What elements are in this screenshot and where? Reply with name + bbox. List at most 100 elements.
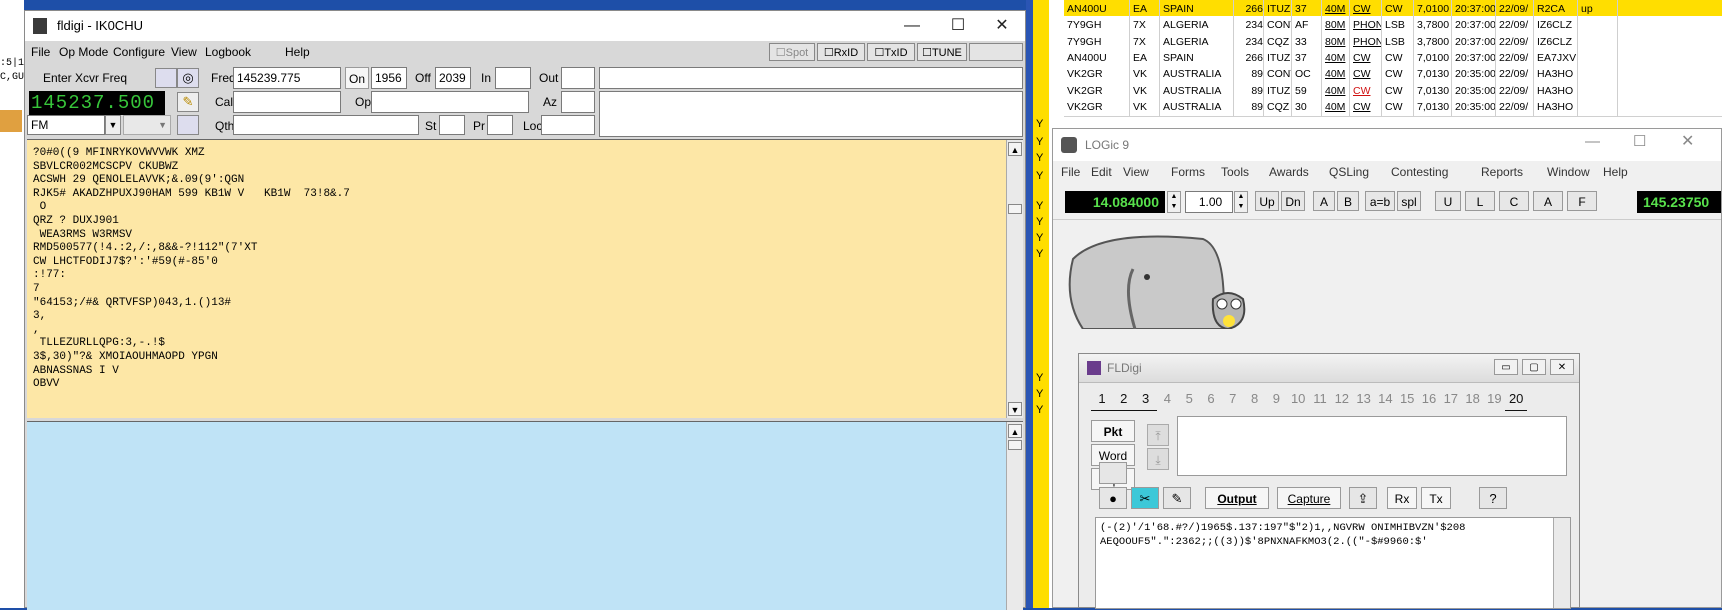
menu-view[interactable]: View [171, 45, 197, 59]
frequency-display[interactable]: 145237.500 [29, 91, 165, 115]
logic-step-field[interactable]: 1.00 [1185, 191, 1233, 213]
logic-mode-a-button[interactable]: A [1533, 191, 1563, 211]
tx-scroll-up-arrow-icon[interactable]: ▲ [1008, 424, 1022, 438]
logic-menu-edit[interactable]: Edit [1091, 165, 1112, 179]
op-input[interactable] [371, 91, 529, 113]
notes-input[interactable] [599, 67, 1023, 89]
logic-menu-reports[interactable]: Reports [1481, 165, 1523, 179]
fpanel-maximize-button[interactable]: ▢ [1522, 359, 1546, 375]
macro-tab-7[interactable]: 7 [1222, 388, 1244, 410]
cut-icon[interactable]: ✂ [1131, 487, 1159, 509]
freq-input[interactable]: 145239.775 [233, 67, 341, 89]
macro-tab-17[interactable]: 17 [1440, 388, 1462, 410]
macro-tab-14[interactable]: 14 [1374, 388, 1396, 410]
tx-scroll-thumb[interactable] [1008, 440, 1022, 450]
receive-text-pane[interactable]: ?0#0((9 MFINRYKOVWVVWK XMZ SBVLCR002MCSCP… [27, 139, 1023, 418]
record-icon[interactable]: ● [1099, 487, 1127, 509]
upload-icon[interactable]: ⇪ [1349, 487, 1377, 509]
transmit-scrollbar[interactable]: ▲ [1006, 422, 1023, 610]
menu-logbook[interactable]: Logbook [205, 45, 251, 59]
logic-a-button[interactable]: A [1313, 191, 1335, 211]
menu-file[interactable]: File [31, 45, 50, 59]
st-input[interactable] [439, 115, 465, 135]
menu-help[interactable]: Help [285, 45, 310, 59]
macro-tab-11[interactable]: 11 [1309, 388, 1331, 410]
logic-freq2-display[interactable]: 145.23750 [1637, 191, 1721, 213]
off-time-input[interactable]: 2039 [435, 67, 471, 89]
macro-tab-5[interactable]: 5 [1178, 388, 1200, 410]
macro-tab-15[interactable]: 15 [1396, 388, 1418, 410]
macro-tab-4[interactable]: 4 [1156, 388, 1178, 410]
macro-tab-6[interactable]: 6 [1200, 388, 1222, 410]
macro-tab-12[interactable]: 12 [1331, 388, 1353, 410]
logic-menu-window[interactable]: Window [1547, 165, 1590, 179]
logic-mode-l-button[interactable]: L [1465, 191, 1495, 211]
clear-entry-icon[interactable]: ✎ [177, 92, 199, 112]
logic-dn-button[interactable]: Dn [1281, 191, 1305, 211]
transmit-text-pane[interactable]: ▲ [27, 421, 1023, 610]
logic-up-button[interactable]: Up [1255, 191, 1279, 211]
in-input[interactable] [495, 67, 531, 89]
logic-mode-f-button[interactable]: F [1567, 191, 1597, 211]
notes-area[interactable] [599, 91, 1023, 137]
menu-configure[interactable]: Configure [113, 45, 165, 59]
on-time-input[interactable]: 1956 [371, 67, 407, 89]
logic-step-spinner[interactable]: ▲ ▼ [1234, 191, 1248, 213]
pkt-button[interactable]: Pkt [1091, 420, 1135, 442]
pr-input[interactable] [487, 115, 513, 135]
logic-menu-forms[interactable]: Forms [1171, 165, 1205, 179]
fpanel-minimize-button[interactable]: ▭ [1494, 359, 1518, 375]
clear-icon[interactable]: ✎ [1163, 487, 1191, 509]
receive-scrollbar[interactable]: ▲ ▼ [1006, 140, 1023, 418]
mode-select[interactable]: FM [27, 115, 105, 135]
scroll-down-arrow-icon[interactable]: ▼ [1008, 402, 1022, 416]
out-input[interactable] [561, 67, 595, 89]
macro-tab-2[interactable]: 2 [1112, 388, 1135, 411]
logic-aeqb-button[interactable]: a=b [1365, 191, 1395, 211]
on-button[interactable]: On [345, 67, 369, 89]
xcvr-icon[interactable] [155, 68, 177, 88]
capture-button[interactable]: Capture [1277, 487, 1341, 509]
macro-tab-1[interactable]: 1 [1091, 388, 1113, 411]
macro-tab-16[interactable]: 16 [1418, 388, 1440, 410]
macro-tab-18[interactable]: 18 [1462, 388, 1484, 410]
logic-menu-view[interactable]: View [1123, 165, 1149, 179]
logic-menu-qsling[interactable]: QSLing [1329, 165, 1369, 179]
scroll-down-icon[interactable]: ⤓ [1147, 448, 1169, 470]
logic-b-button[interactable]: B [1337, 191, 1359, 211]
rxid-button[interactable]: ☐RxID [817, 43, 865, 61]
macro-tab-19[interactable]: 19 [1483, 388, 1505, 410]
fldigi-close-button[interactable]: ✕ [979, 11, 1025, 41]
logic-menu-tools[interactable]: Tools [1221, 165, 1249, 179]
logic-mode-c-button[interactable]: C [1499, 191, 1529, 211]
log-table-row[interactable]: VK2GR VK AUSTRALIA 89 CQZ 30 40M CW CW 7,0130 20:3… [1064, 97, 1722, 117]
loc-input[interactable] [541, 115, 595, 135]
logic-close-button[interactable]: ✕ [1681, 131, 1694, 151]
fpanel-close-button[interactable]: ✕ [1550, 359, 1574, 375]
help-icon[interactable]: ? [1479, 487, 1507, 509]
logic-menu-help[interactable]: Help [1603, 165, 1628, 179]
macro-tab-20[interactable]: 20 [1505, 388, 1528, 411]
qth-input[interactable] [233, 115, 419, 135]
mode-dropdown-icon[interactable]: ▼ [105, 115, 121, 135]
bandwidth-select[interactable]: ▼ [123, 115, 171, 135]
logic-freq-spinner[interactable]: ▲ ▼ [1167, 191, 1181, 213]
scroll-up-icon[interactable]: ⤒ [1147, 424, 1169, 446]
save-log-icon[interactable] [177, 115, 199, 135]
macro-tab-3[interactable]: 3 [1134, 388, 1157, 411]
blank-button[interactable] [969, 43, 1023, 61]
macro-tab-10[interactable]: 10 [1287, 388, 1309, 410]
rx-button[interactable]: Rx [1387, 487, 1417, 509]
logic-minimize-button[interactable]: — [1585, 133, 1600, 150]
output-text-area[interactable]: (-(2)'/1'68.#?/)1965$.137:197"$"2)1,,NGV… [1095, 517, 1571, 609]
globe-icon[interactable]: ◎ [177, 68, 199, 88]
call-input[interactable] [233, 91, 341, 113]
logic-menu-contesting[interactable]: Contesting [1391, 165, 1448, 179]
logic-menu-awards[interactable]: Awards [1269, 165, 1309, 179]
output-button[interactable]: Output [1205, 487, 1269, 509]
scroll-thumb[interactable] [1008, 204, 1022, 214]
menu-op-mode[interactable]: Op Mode [59, 45, 108, 59]
fldigi-maximize-button[interactable]: ☐ [935, 11, 981, 41]
output-scrollbar[interactable] [1553, 518, 1570, 608]
macro-tab-13[interactable]: 13 [1353, 388, 1375, 410]
